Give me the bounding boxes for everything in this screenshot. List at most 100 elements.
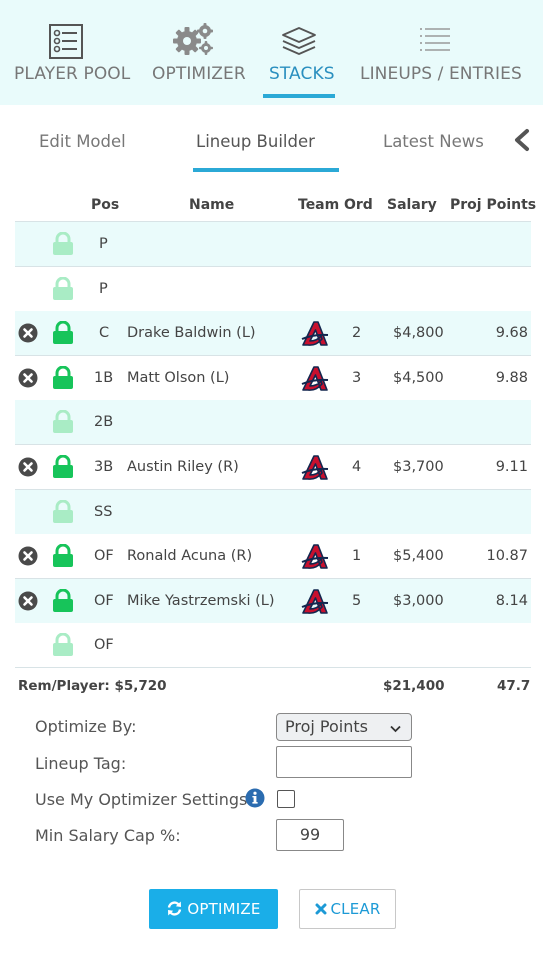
lock-icon[interactable] [52,588,74,613]
row-player-name[interactable]: Mike Yastrzemski (L) [127,579,275,623]
row-player-name[interactable]: Drake Baldwin (L) [127,311,256,355]
row-player-name[interactable]: Austin Riley (R) [127,445,239,489]
table-row[interactable]: 3B Austin Riley (R) 4 $3,700 9.11 [15,445,531,490]
table-row[interactable]: 1B Matt Olson (L) 3 $4,500 9.88 [15,355,531,401]
table-row[interactable]: OF Ronald Acuna (R) 1 $5,400 10.87 [15,534,531,580]
col-team[interactable]: Team [298,197,339,213]
row-salary: $3,700 [393,459,444,475]
row-pos: 2B [94,414,114,431]
table-row[interactable]: 2B [15,400,531,446]
row-salary: $5,400 [393,548,444,565]
top-nav: PLAYER POOL OPTIMIZER STACKS LINEUPS / E… [0,0,543,105]
col-ord[interactable]: Ord [344,197,373,213]
table-row[interactable]: OF Mike Yastrzemski (L) 5 $3,000 8.14 [15,578,531,624]
lineups-icon [420,28,450,51]
team-logo-icon [300,542,330,572]
tab-latest-news[interactable]: Latest News [383,132,484,151]
col-salary[interactable]: Salary [387,197,437,213]
row-pos: 3B [94,459,114,475]
lock-icon[interactable] [52,454,74,479]
use-settings-label: Use My Optimizer Settings [35,790,248,809]
nav-label-player-pool: PLAYER POOL [14,64,131,84]
table-row[interactable]: P [15,222,531,267]
row-player-name[interactable]: Matt Olson (L) [127,356,229,400]
info-icon[interactable] [245,788,265,808]
row-ord: 5 [352,592,362,609]
optimize-button-label: OPTIMIZE [187,900,261,918]
col-pos[interactable]: Pos [91,197,119,213]
row-pos: OF [94,592,114,609]
row-player-name[interactable]: Ronald Acuna (R) [127,534,252,578]
lineup-tag-label: Lineup Tag: [35,754,127,773]
total-proj-points: 47.7 [497,678,531,694]
nav-player-pool[interactable]: PLAYER POOL [0,0,135,100]
chevron-left-icon[interactable] [512,128,532,152]
nav-stacks[interactable]: STACKS [263,0,335,100]
table-row[interactable]: C Drake Baldwin (L) 2 $4,800 9.68 [15,311,531,357]
stacks-icon [282,27,316,55]
nav-optimizer[interactable]: OPTIMIZER [140,0,250,100]
remove-player-icon[interactable] [18,546,38,566]
remove-player-icon[interactable] [18,457,38,477]
tab-lineup-builder[interactable]: Lineup Builder [196,132,315,151]
remove-player-icon[interactable] [18,591,38,611]
optimize-by-label: Optimize By: [35,717,137,736]
team-logo-icon [300,364,330,394]
clear-button[interactable]: CLEAR [299,889,396,929]
row-ord: 2 [352,325,362,342]
lock-icon[interactable] [52,543,74,568]
total-salary: $21,400 [383,678,445,694]
row-proj-points: 8.14 [495,592,528,609]
lock-icon[interactable] [52,499,74,524]
table-row[interactable]: OF [15,623,531,669]
lock-icon[interactable] [52,276,74,301]
chevron-down-icon [390,715,401,741]
table-row[interactable]: P [15,266,531,312]
optimize-button[interactable]: OPTIMIZE [149,889,278,929]
team-logo-icon [300,587,330,617]
team-logo-icon [300,453,330,483]
remaining-per-player: Rem/Player: $5,720 [18,678,167,694]
lock-icon[interactable] [52,409,74,434]
table-row[interactable]: SS [15,489,531,535]
row-proj-points: 10.87 [486,548,528,565]
col-proj-points[interactable]: Proj Points [450,197,536,213]
close-icon [315,903,326,915]
lock-icon[interactable] [52,231,74,256]
nav-lineups-entries[interactable]: LINEUPS / ENTRIES [350,0,522,100]
row-proj-points: 9.68 [495,325,528,342]
row-pos: P [99,236,108,252]
nav-label-optimizer: OPTIMIZER [152,64,246,84]
optimize-by-select[interactable]: Proj Points [276,713,412,741]
row-salary: $4,500 [393,369,444,386]
row-ord: 1 [352,548,362,565]
row-salary: $3,000 [393,592,444,609]
row-proj-points: 9.11 [495,459,528,475]
row-pos: 1B [94,369,114,386]
row-salary: $4,800 [393,325,444,342]
min-salary-input[interactable]: 99 [276,819,344,851]
lock-icon[interactable] [52,320,74,345]
use-settings-checkbox[interactable] [277,790,295,808]
row-ord: 3 [352,369,362,386]
col-name[interactable]: Name [189,197,234,213]
remove-player-icon[interactable] [18,368,38,388]
player-pool-icon [49,24,83,59]
table-header: Pos Name Team Ord Salary Proj Points [0,190,543,220]
team-logo-icon [300,319,330,349]
remove-player-icon[interactable] [18,323,38,343]
row-pos: P [99,280,108,297]
tab-edit-model[interactable]: Edit Model [39,132,126,151]
nav-label-stacks: STACKS [269,64,335,84]
row-pos: OF [94,548,114,565]
lineup-tag-input[interactable] [276,746,412,778]
row-ord: 4 [352,459,362,475]
lock-icon[interactable] [52,632,74,657]
clear-button-label: CLEAR [330,900,381,918]
lock-icon[interactable] [52,365,74,390]
optimize-by-value: Proj Points [285,717,368,736]
row-pos: C [99,325,110,342]
row-pos: OF [94,637,114,654]
nav-label-lineups-entries: LINEUPS / ENTRIES [360,64,522,84]
refresh-icon [168,901,182,916]
